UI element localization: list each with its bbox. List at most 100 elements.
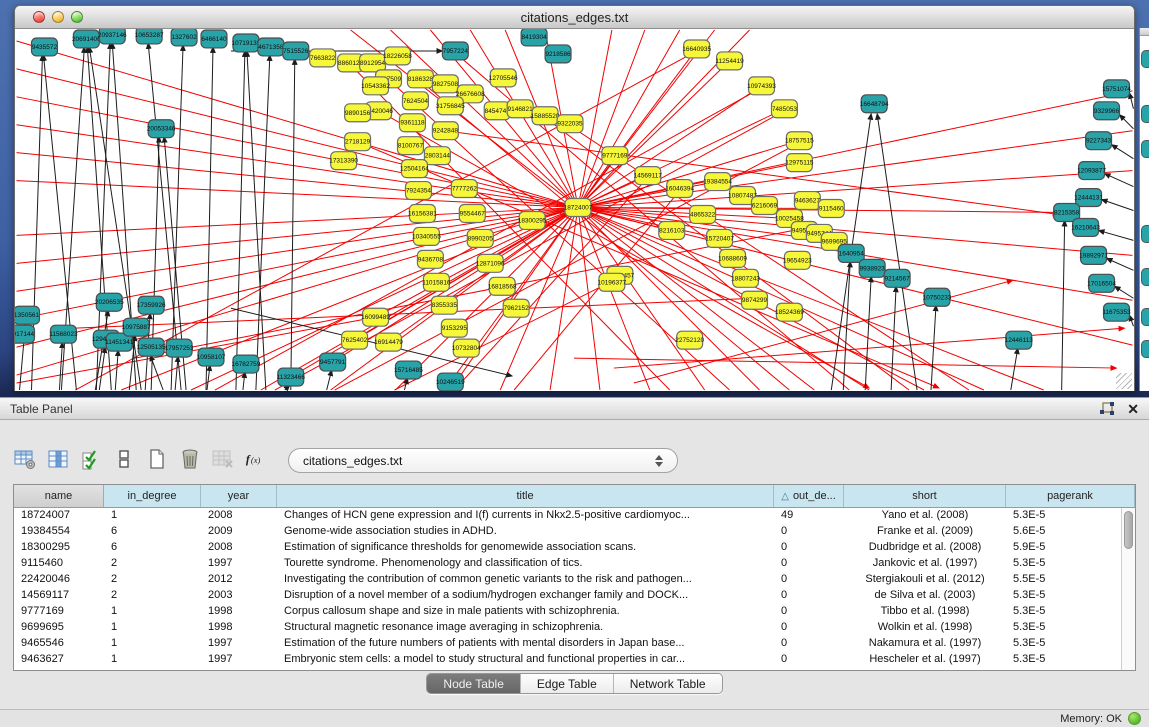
graph-node[interactable]: 10732804 — [452, 339, 481, 357]
graph-node[interactable]: 9218586 — [545, 45, 571, 63]
graph-node[interactable]: 12705546 — [489, 69, 518, 87]
graph-node[interactable]: 16156381 — [408, 205, 437, 223]
cell-c-title[interactable]: Genome-wide association studies in ADHD. — [277, 524, 774, 540]
graph-node[interactable]: 9554467 — [459, 205, 485, 223]
cell-c-out[interactable]: 0 — [774, 588, 844, 604]
graph-node[interactable]: 9938923 — [859, 259, 885, 277]
graph-node[interactable]: 16099489 — [361, 308, 390, 326]
graph-node[interactable]: 9777169 — [602, 147, 628, 165]
graph-node[interactable]: 9115460 — [818, 200, 844, 218]
table-selector-dropdown[interactable]: citations_edges.txt — [288, 448, 678, 473]
close-window-button[interactable] — [33, 11, 45, 23]
network-canvas[interactable]: 9435572206914062093714610653287132760264… — [15, 29, 1134, 391]
table-row[interactable]: 1456911722003Disruption of a novel membe… — [14, 588, 1121, 604]
graph-node[interactable]: 16648794 — [860, 95, 889, 113]
graph-node[interactable]: 17359926 — [137, 296, 166, 314]
graph-node[interactable]: 18807243 — [731, 269, 760, 287]
graph-node[interactable]: 19654923 — [783, 251, 812, 269]
graph-node[interactable]: 9242848 — [432, 122, 458, 140]
cell-c-name[interactable]: 9465546 — [14, 636, 104, 652]
graph-node[interactable]: 9874299 — [742, 291, 768, 309]
graph-node[interactable]: 7515526 — [283, 42, 309, 60]
network-graph[interactable]: 9435572206914062093714610653287132760264… — [15, 29, 1134, 391]
graph-node[interactable]: 2718129 — [345, 133, 371, 151]
cell-c-short[interactable]: Tibbo et al. (1998) — [844, 604, 1006, 620]
graph-node[interactable]: 6466140 — [201, 30, 227, 48]
graph-node[interactable]: 16046394 — [665, 180, 694, 198]
graph-node[interactable]: 7962152 — [503, 299, 529, 317]
table-row[interactable]: 977716911998Corpus callosum shape and si… — [14, 604, 1121, 620]
graph-node[interactable]: 15751074 — [1102, 80, 1131, 98]
graph-node[interactable]: 4865322 — [690, 206, 716, 224]
column-header-name[interactable]: name — [14, 485, 104, 507]
cell-c-name[interactable]: 9115460 — [14, 556, 104, 572]
delete-table-icon[interactable] — [179, 448, 201, 470]
cell-c-title[interactable]: Changes of HCN gene expression and I(f) … — [277, 508, 774, 524]
graph-node[interactable]: 10196377 — [598, 273, 627, 291]
memory-status-indicator[interactable] — [1128, 712, 1141, 725]
graph-node[interactable]: 9435572 — [32, 38, 58, 56]
cell-c-year[interactable]: 2009 — [201, 524, 277, 540]
cell-c-in[interactable]: 1 — [104, 636, 201, 652]
graph-node[interactable] — [1141, 140, 1149, 158]
cell-c-in[interactable]: 2 — [104, 556, 201, 572]
graph-node[interactable]: 9463627 — [794, 192, 820, 210]
graph-node[interactable]: 9214567 — [884, 269, 910, 287]
float-panel-icon[interactable] — [1099, 402, 1115, 416]
graph-node[interactable]: 4671358 — [258, 38, 284, 56]
graph-node[interactable] — [1141, 225, 1149, 243]
cell-c-title[interactable]: Investigating the contribution of common… — [277, 572, 774, 588]
cell-c-name[interactable]: 18300295 — [14, 540, 104, 556]
graph-node[interactable]: 17016504 — [1087, 274, 1116, 292]
graph-node[interactable]: 9890156 — [345, 104, 371, 122]
cell-c-out[interactable]: 0 — [774, 540, 844, 556]
cell-c-name[interactable]: 9699695 — [14, 620, 104, 636]
graph-node[interactable]: 7957224 — [442, 42, 468, 60]
cell-c-name[interactable]: 9463627 — [14, 652, 104, 668]
cell-c-pagerank[interactable]: 5.6E-5 — [1006, 524, 1121, 540]
graph-node[interactable]: 15720407 — [705, 229, 734, 247]
graph-node[interactable] — [1141, 105, 1149, 123]
cell-c-short[interactable]: Wolkin et al. (1998) — [844, 620, 1006, 636]
table-row[interactable]: 1872400712008Changes of HCN gene express… — [14, 508, 1121, 524]
cell-c-pagerank[interactable]: 5.9E-5 — [1006, 540, 1121, 556]
network-view-window[interactable]: citations_edges.txt 94355722069140620937… — [14, 5, 1135, 391]
graph-node[interactable]: 16914479 — [374, 333, 403, 351]
cell-c-year[interactable]: 2012 — [201, 572, 277, 588]
graph-node[interactable]: 22752120 — [675, 331, 704, 349]
cell-c-out[interactable]: 0 — [774, 652, 844, 668]
graph-node[interactable]: 7625402 — [342, 331, 368, 349]
graph-node[interactable]: 8419304 — [521, 29, 547, 46]
graph-node[interactable] — [1141, 340, 1149, 358]
cell-c-name[interactable]: 18724007 — [14, 508, 104, 524]
graph-node[interactable]: 10974393 — [747, 77, 776, 95]
graph-node[interactable]: 9146821 — [507, 100, 533, 118]
scrollbar-thumb[interactable] — [1124, 511, 1133, 549]
cell-c-title[interactable]: Estimation of significance thresholds fo… — [277, 540, 774, 556]
graph-node[interactable]: 10688609 — [718, 249, 747, 267]
table-row[interactable]: 1830029562008Estimation of significance … — [14, 540, 1121, 556]
graph-node[interactable] — [1141, 50, 1149, 68]
graph-node[interactable]: 11568023 — [49, 325, 78, 343]
graph-node[interactable]: 11323466 — [277, 368, 306, 386]
graph-node[interactable]: 8100767 — [397, 137, 423, 155]
graph-node[interactable]: 12444131 — [1074, 189, 1103, 207]
graph-node[interactable]: 19384554 — [703, 173, 732, 191]
cell-c-name[interactable]: 22420046 — [14, 572, 104, 588]
cell-c-short[interactable]: Nakamura et al. (1997) — [844, 636, 1006, 652]
graph-node[interactable]: 8186328 — [407, 70, 433, 88]
cell-c-in[interactable]: 6 — [104, 540, 201, 556]
graph-node[interactable]: 9361118 — [399, 114, 425, 132]
table-row[interactable]: 1938455462009Genome-wide association stu… — [14, 524, 1121, 540]
graph-node[interactable]: 1350561 — [15, 306, 40, 324]
cell-c-out[interactable]: 0 — [774, 620, 844, 636]
cell-c-title[interactable]: Estimation of the future numbers of pati… — [277, 636, 774, 652]
graph-node[interactable]: 8216103 — [659, 221, 685, 239]
column-header-title[interactable]: title — [277, 485, 774, 507]
cell-c-short[interactable]: Yano et al. (2008) — [844, 508, 1006, 524]
table-row[interactable]: 2242004622012Investigating the contribut… — [14, 572, 1121, 588]
graph-node[interactable]: 16782759 — [232, 355, 261, 373]
network-window-titlebar[interactable]: citations_edges.txt — [15, 6, 1134, 29]
graph-node[interactable]: 6216069 — [752, 197, 778, 215]
graph-node[interactable]: 20053346 — [147, 120, 176, 138]
